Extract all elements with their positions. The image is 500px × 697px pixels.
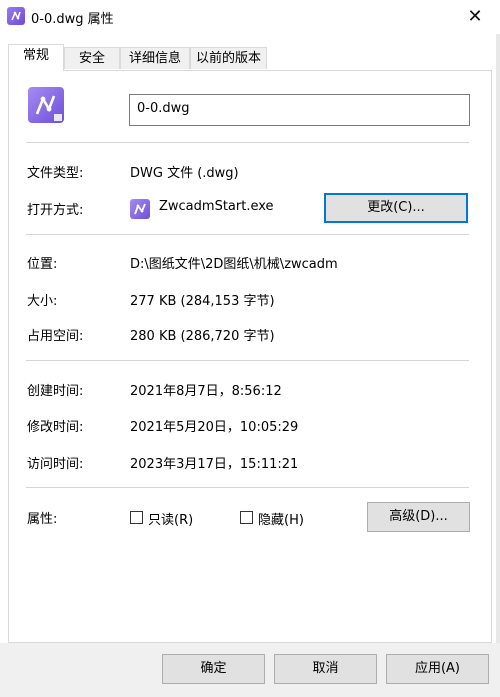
zwcad-file-icon bbox=[7, 7, 25, 25]
zwcad-file-icon bbox=[28, 87, 64, 123]
hidden-checkbox[interactable] bbox=[240, 511, 253, 524]
size-on-disk-value: 280 KB (286,720 字节) bbox=[130, 329, 275, 344]
hidden-label[interactable]: 隐藏(H) bbox=[258, 509, 304, 528]
location-label: 位置: bbox=[27, 257, 58, 272]
file-name-input[interactable]: 0-0.dwg bbox=[129, 94, 470, 126]
size-on-disk-label: 占用空间: bbox=[27, 329, 84, 344]
open-with-label: 打开方式: bbox=[27, 203, 84, 218]
accessed-value: 2023年3月17日，15:11:21 bbox=[130, 457, 299, 472]
divider bbox=[26, 487, 469, 488]
open-with-app: ZwcadmStart.exe bbox=[159, 199, 274, 214]
size-value: 277 KB (284,153 字节) bbox=[130, 294, 275, 309]
tab-bar: 常规 安全 详细信息 以前的版本 bbox=[8, 44, 492, 71]
tab-details[interactable]: 详细信息 bbox=[120, 47, 190, 69]
zwcad-app-icon bbox=[130, 199, 150, 219]
advanced-button[interactable]: 高级(D)... bbox=[367, 502, 470, 532]
tab-security[interactable]: 安全 bbox=[64, 47, 120, 69]
location-value: D:\图纸文件\2D图纸\机械\zwcadm bbox=[130, 257, 338, 272]
window-edge bbox=[496, 0, 500, 697]
tab-previous-versions[interactable]: 以前的版本 bbox=[190, 47, 267, 69]
tab-general[interactable]: 常规 bbox=[8, 44, 64, 71]
title-bar: 0-0.dwg 属性 ✕ bbox=[0, 0, 500, 34]
attributes-label: 属性: bbox=[27, 512, 58, 527]
change-button[interactable]: 更改(C)... bbox=[324, 193, 468, 223]
general-panel bbox=[8, 70, 492, 643]
ok-button[interactable]: 确定 bbox=[162, 654, 265, 684]
divider bbox=[26, 234, 469, 235]
window-title: 0-0.dwg 属性 bbox=[31, 12, 114, 27]
close-icon[interactable]: ✕ bbox=[452, 0, 498, 34]
created-value: 2021年8月7日，8:56:12 bbox=[130, 384, 282, 399]
created-label: 创建时间: bbox=[27, 384, 84, 399]
file-type-value: DWG 文件 (.dwg) bbox=[130, 166, 239, 181]
accessed-label: 访问时间: bbox=[27, 457, 84, 472]
divider bbox=[26, 142, 469, 143]
apply-button[interactable]: 应用(A) bbox=[386, 654, 489, 684]
file-type-label: 文件类型: bbox=[27, 166, 84, 181]
cancel-button[interactable]: 取消 bbox=[274, 654, 377, 684]
modified-value: 2021年5月20日，10:05:29 bbox=[130, 420, 299, 435]
readonly-checkbox[interactable] bbox=[130, 511, 143, 524]
modified-label: 修改时间: bbox=[27, 420, 84, 435]
readonly-label[interactable]: 只读(R) bbox=[148, 509, 193, 528]
divider bbox=[26, 360, 469, 361]
size-label: 大小: bbox=[27, 294, 58, 309]
